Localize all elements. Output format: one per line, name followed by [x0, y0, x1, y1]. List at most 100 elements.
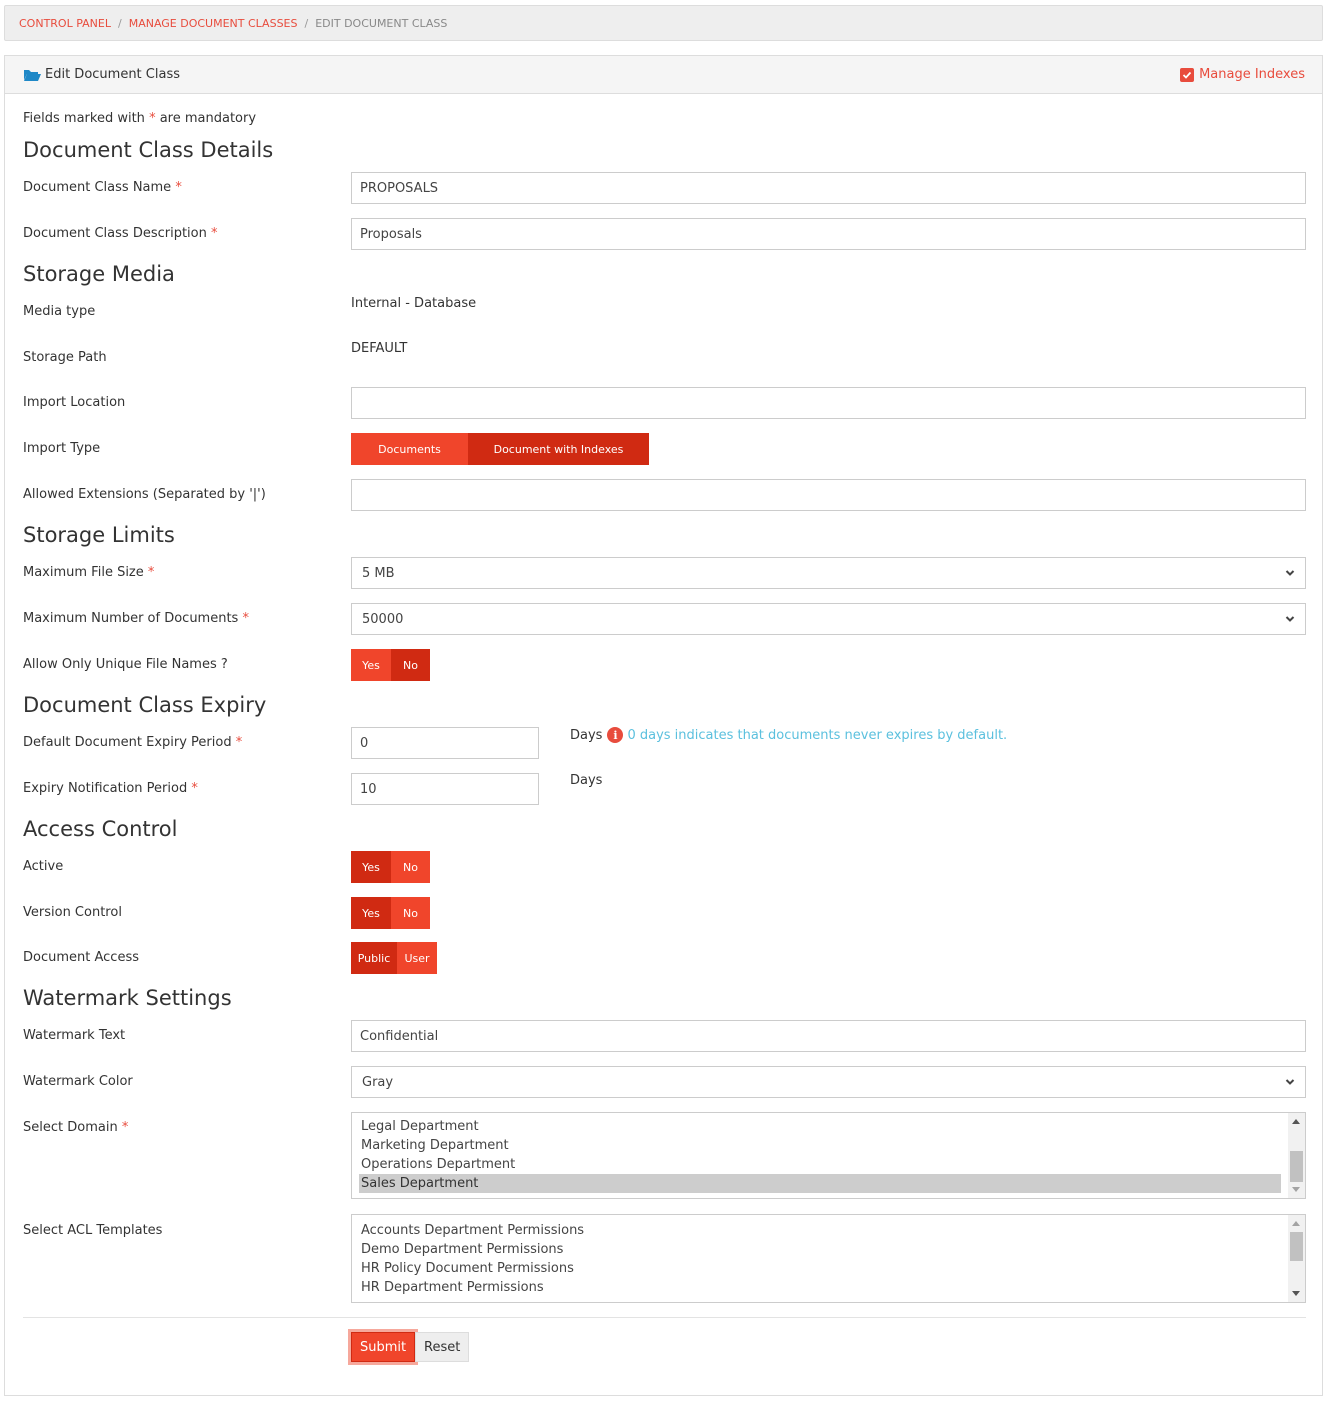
scroll-up-arrow-icon[interactable]: [1292, 1119, 1300, 1124]
document-access-label: Document Access: [23, 950, 139, 965]
version-control-label: Version Control: [23, 905, 122, 920]
domain-scrollbar[interactable]: [1288, 1113, 1305, 1198]
max-file-size-label: Maximum File Size *: [23, 565, 155, 580]
mandatory-note-suffix: are mandatory: [159, 111, 257, 126]
breadcrumb-current: EDIT DOCUMENT CLASS: [315, 16, 448, 30]
reset-button[interactable]: Reset: [415, 1332, 470, 1362]
import-type-toggle: Documents Document with Indexes: [351, 433, 649, 465]
unique-file-names-no-button[interactable]: No: [391, 649, 430, 681]
import-type-label: Import Type: [23, 441, 101, 456]
domain-option[interactable]: Marketing Department: [352, 1136, 1281, 1155]
media-type-label: Media type: [23, 304, 96, 319]
section-access-control: Access Control: [23, 817, 178, 841]
allowed-extensions-label: Allowed Extensions (Separated by '|'): [23, 487, 266, 502]
breadcrumb: CONTROL PANEL / MANAGE DOCUMENT CLASSES …: [4, 5, 1323, 41]
submit-button[interactable]: Submit: [351, 1332, 416, 1362]
acl-template-option[interactable]: HR Department Permissions: [352, 1278, 1281, 1297]
domain-option[interactable]: Operations Department: [352, 1155, 1281, 1174]
unique-file-names-label: Allow Only Unique File Names ?: [23, 657, 228, 672]
domain-option[interactable]: Legal Department: [352, 1117, 1281, 1136]
version-control-no-button[interactable]: No: [391, 897, 430, 929]
acl-templates-listbox[interactable]: Accounts Department Permissions Demo Dep…: [351, 1214, 1306, 1303]
active-yes-button[interactable]: Yes: [351, 851, 391, 883]
import-location-label: Import Location: [23, 395, 126, 410]
max-documents-value: 50000: [362, 611, 404, 627]
watermark-color-value: Gray: [362, 1074, 394, 1090]
scroll-thumb[interactable]: [1290, 1151, 1303, 1182]
domain-option-selected[interactable]: Sales Department: [359, 1174, 1281, 1193]
acl-scrollbar[interactable]: [1288, 1215, 1305, 1302]
breadcrumb-control-panel[interactable]: CONTROL PANEL: [19, 17, 111, 30]
acl-templates-label: Select ACL Templates: [23, 1223, 163, 1238]
document-access-public-button[interactable]: Public: [351, 942, 397, 974]
class-name-input[interactable]: PROPOSALS: [351, 172, 1306, 204]
watermark-color-select[interactable]: Gray: [351, 1066, 1306, 1098]
folder-open-icon: [24, 69, 41, 81]
storage-path-label: Storage Path: [23, 350, 107, 365]
chevron-down-icon: [1285, 1079, 1295, 1085]
scroll-up-arrow-icon[interactable]: [1292, 1221, 1300, 1226]
breadcrumb-manage-document-classes[interactable]: MANAGE DOCUMENT CLASSES: [129, 17, 298, 30]
expiry-period-input[interactable]: 0: [351, 727, 539, 759]
checkbox-checked-icon[interactable]: [1180, 67, 1195, 82]
watermark-text-input[interactable]: Confidential: [351, 1020, 1306, 1052]
max-documents-label: Maximum Number of Documents *: [23, 611, 249, 626]
max-file-size-value: 5 MB: [362, 565, 395, 581]
active-no-button[interactable]: No: [391, 851, 430, 883]
panel-header: Edit Document Class Manage Indexes: [5, 56, 1322, 94]
watermark-text-label: Watermark Text: [23, 1028, 126, 1043]
form-divider: [23, 1317, 1306, 1318]
allowed-extensions-input[interactable]: [351, 479, 1306, 511]
expiry-info: Days i 0 days indicates that documents n…: [570, 727, 1007, 743]
scroll-down-arrow-icon[interactable]: [1292, 1291, 1300, 1296]
scroll-down-arrow-icon[interactable]: [1292, 1187, 1300, 1192]
chevron-down-icon: [1285, 570, 1295, 576]
section-watermark-settings: Watermark Settings: [23, 986, 232, 1010]
max-file-size-select[interactable]: 5 MB: [351, 557, 1306, 589]
import-type-documents-button[interactable]: Documents: [351, 433, 468, 465]
manage-indexes-toggle[interactable]: Manage Indexes: [1180, 67, 1305, 82]
acl-template-option[interactable]: HR Policy Document Permissions: [352, 1259, 1281, 1278]
section-storage-media: Storage Media: [23, 262, 175, 286]
info-icon: i: [607, 727, 624, 743]
scroll-thumb[interactable]: [1290, 1232, 1303, 1261]
unique-file-names-toggle: Yes No: [351, 649, 430, 681]
notification-period-input[interactable]: 10: [351, 773, 539, 805]
expiry-period-unit: Days: [570, 727, 603, 743]
acl-template-option[interactable]: Accounts Department Permissions: [352, 1221, 1281, 1240]
required-star: *: [149, 111, 156, 126]
version-control-yes-button[interactable]: Yes: [351, 897, 391, 929]
class-description-input[interactable]: Proposals: [351, 218, 1306, 250]
unique-file-names-yes-button[interactable]: Yes: [351, 649, 391, 681]
breadcrumb-separator: /: [117, 16, 122, 30]
storage-path-value: DEFAULT: [351, 341, 408, 356]
mandatory-note: Fields marked with * are mandatory: [23, 111, 256, 126]
import-location-input[interactable]: [351, 387, 1306, 419]
class-name-label: Document Class Name *: [23, 180, 182, 195]
expiry-period-label: Default Document Expiry Period *: [23, 735, 243, 750]
watermark-color-label: Watermark Color: [23, 1074, 133, 1089]
media-type-value: Internal - Database: [351, 296, 477, 311]
document-access-toggle: Public User: [351, 942, 437, 974]
document-access-user-button[interactable]: User: [397, 942, 437, 974]
manage-indexes-label[interactable]: Manage Indexes: [1199, 67, 1305, 82]
section-storage-limits: Storage Limits: [23, 523, 175, 547]
panel-title: Edit Document Class: [45, 67, 180, 82]
version-control-toggle: Yes No: [351, 897, 430, 929]
breadcrumb-separator: /: [304, 16, 309, 30]
expiry-info-text: 0 days indicates that documents never ex…: [627, 727, 1008, 743]
edit-document-class-panel: Edit Document Class Manage Indexes Field…: [4, 55, 1323, 1396]
select-domain-label: Select Domain *: [23, 1120, 129, 1135]
section-document-class-expiry: Document Class Expiry: [23, 693, 267, 717]
section-document-class-details: Document Class Details: [23, 138, 274, 162]
active-label: Active: [23, 859, 64, 874]
max-documents-select[interactable]: 50000: [351, 603, 1306, 635]
import-type-document-with-indexes-button[interactable]: Document with Indexes: [468, 433, 649, 465]
notification-period-unit: Days: [570, 773, 603, 788]
select-domain-listbox[interactable]: Legal Department Marketing Department Op…: [351, 1112, 1306, 1199]
active-toggle: Yes No: [351, 851, 430, 883]
class-description-label: Document Class Description *: [23, 226, 218, 241]
acl-template-option[interactable]: Demo Department Permissions: [352, 1240, 1281, 1259]
mandatory-note-prefix: Fields marked with: [23, 111, 145, 126]
notification-period-label: Expiry Notification Period *: [23, 781, 198, 796]
